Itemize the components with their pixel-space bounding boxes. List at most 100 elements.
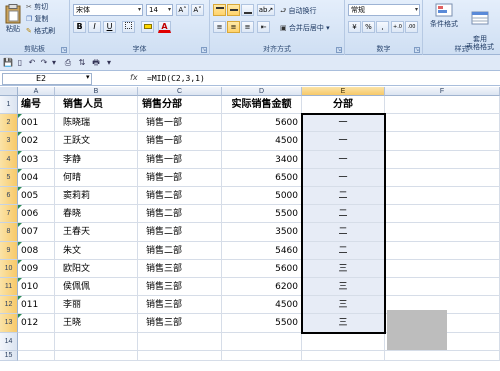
header-cell[interactable]: 分部 xyxy=(302,96,385,115)
data-cell[interactable]: 4500 xyxy=(222,296,302,315)
number-launcher-icon[interactable]: ↘ xyxy=(414,47,420,53)
empty-cell[interactable] xyxy=(385,278,500,297)
header-cell[interactable]: 实际销售金额 xyxy=(222,96,302,115)
undo-icon[interactable]: ↶ xyxy=(27,58,37,68)
italic-button[interactable]: I xyxy=(88,21,101,33)
data-cell[interactable]: 5000 xyxy=(222,187,302,206)
row-header-5[interactable]: 5 xyxy=(0,168,18,187)
data-cell[interactable]: 010 xyxy=(18,278,55,297)
data-cell[interactable]: 销售三部 xyxy=(138,259,222,278)
empty-cell[interactable] xyxy=(385,187,500,206)
bold-button[interactable]: B xyxy=(73,21,86,33)
empty-cell[interactable] xyxy=(138,350,222,361)
align-left-button[interactable]: ≡ xyxy=(213,21,226,33)
formula-input[interactable]: =MID(C2,3,1) xyxy=(147,73,205,85)
data-cell[interactable]: 三 xyxy=(302,259,385,278)
header-cell[interactable]: 销售人员 xyxy=(55,96,138,115)
empty-cell[interactable] xyxy=(385,96,500,115)
empty-cell[interactable] xyxy=(385,259,500,278)
empty-cell[interactable] xyxy=(18,350,55,361)
data-cell[interactable]: 一 xyxy=(302,150,385,169)
data-cell[interactable]: 一 xyxy=(302,132,385,151)
select-all-corner[interactable] xyxy=(0,87,18,96)
column-header-a[interactable]: A xyxy=(18,87,55,96)
chevron-down-icon[interactable]: ▾ xyxy=(49,58,59,68)
paste-button[interactable]: 粘贴 xyxy=(3,4,23,44)
row-header-10[interactable]: 10 xyxy=(0,259,18,278)
data-cell[interactable]: 一 xyxy=(302,114,385,133)
data-cell[interactable]: 3400 xyxy=(222,150,302,169)
align-right-button[interactable]: ≡ xyxy=(241,21,254,33)
empty-cell[interactable] xyxy=(385,168,500,187)
decrease-decimal-button[interactable]: .00 xyxy=(405,21,418,33)
print-icon[interactable]: 🖶 xyxy=(91,58,101,68)
data-cell[interactable]: 二 xyxy=(302,187,385,206)
data-cell[interactable]: 陈晓瑞 xyxy=(55,114,138,133)
column-header-d[interactable]: D xyxy=(222,87,302,96)
percent-button[interactable]: % xyxy=(362,21,375,33)
format-painter-button[interactable]: ✎ 格式刷 xyxy=(26,26,55,36)
data-cell[interactable]: 销售三部 xyxy=(138,314,222,333)
data-cell[interactable]: 008 xyxy=(18,241,55,260)
data-cell[interactable]: 三 xyxy=(302,278,385,297)
data-cell[interactable]: 5460 xyxy=(222,241,302,260)
function-wizard-icon[interactable]: fx xyxy=(130,73,138,82)
data-cell[interactable]: 6200 xyxy=(222,278,302,297)
data-cell[interactable]: 三 xyxy=(302,296,385,315)
data-cell[interactable]: 销售二部 xyxy=(138,187,222,206)
comma-button[interactable]: , xyxy=(376,21,389,33)
row-header-11[interactable]: 11 xyxy=(0,278,18,297)
fill-color-button[interactable] xyxy=(141,21,154,33)
align-bottom-button[interactable] xyxy=(241,4,254,16)
empty-cell[interactable] xyxy=(18,332,55,351)
align-middle-button[interactable] xyxy=(227,4,240,16)
row-header-15[interactable]: 15 xyxy=(0,350,18,361)
data-cell[interactable]: 009 xyxy=(18,259,55,278)
merge-center-button[interactable]: ▣ 合并后居中 ▾ xyxy=(280,23,330,33)
data-cell[interactable]: 二 xyxy=(302,241,385,260)
row-header-3[interactable]: 3 xyxy=(0,132,18,151)
print-preview-icon[interactable]: ⎙ xyxy=(63,58,73,68)
header-cell[interactable]: 编号 xyxy=(18,96,55,115)
border-button[interactable] xyxy=(122,21,135,33)
data-cell[interactable]: 侯佩佩 xyxy=(55,278,138,297)
row-header-1[interactable]: 1 xyxy=(0,96,18,115)
data-cell[interactable]: 001 xyxy=(18,114,55,133)
empty-cell[interactable] xyxy=(385,241,500,260)
data-cell[interactable]: 三 xyxy=(302,314,385,333)
empty-cell[interactable] xyxy=(385,205,500,224)
data-cell[interactable]: 王跃文 xyxy=(55,132,138,151)
data-cell[interactable]: 006 xyxy=(18,205,55,224)
empty-cell[interactable] xyxy=(385,150,500,169)
font-size-select[interactable]: 14 ▾ xyxy=(146,4,173,16)
data-cell[interactable]: 李丽 xyxy=(55,296,138,315)
row-header-14[interactable]: 14 xyxy=(0,332,18,351)
row-header-6[interactable]: 6 xyxy=(0,187,18,206)
data-cell[interactable]: 3500 xyxy=(222,223,302,242)
empty-cell[interactable] xyxy=(385,132,500,151)
empty-cell[interactable] xyxy=(222,350,302,361)
data-cell[interactable]: 004 xyxy=(18,168,55,187)
empty-cell[interactable] xyxy=(385,350,500,361)
copy-button[interactable]: ❐ 复制 xyxy=(26,14,49,24)
empty-cell[interactable] xyxy=(385,223,500,242)
data-cell[interactable]: 销售一部 xyxy=(138,150,222,169)
row-header-12[interactable]: 12 xyxy=(0,296,18,315)
shrink-font-button[interactable]: A˅ xyxy=(191,4,204,16)
underline-button[interactable]: U xyxy=(103,21,116,33)
data-cell[interactable]: 销售一部 xyxy=(138,168,222,187)
data-cell[interactable]: 何晴 xyxy=(55,168,138,187)
font-color-button[interactable]: A xyxy=(158,21,171,33)
data-cell[interactable]: 5500 xyxy=(222,205,302,224)
increase-decimal-button[interactable]: +.0 xyxy=(391,21,404,33)
data-cell[interactable]: 窦莉莉 xyxy=(55,187,138,206)
new-document-icon[interactable]: ▯ xyxy=(15,58,25,68)
data-cell[interactable]: 销售二部 xyxy=(138,241,222,260)
row-header-4[interactable]: 4 xyxy=(0,150,18,169)
row-header-8[interactable]: 8 xyxy=(0,223,18,242)
data-cell[interactable]: 销售一部 xyxy=(138,114,222,133)
data-cell[interactable]: 二 xyxy=(302,205,385,224)
data-cell[interactable]: 春晓 xyxy=(55,205,138,224)
empty-cell[interactable] xyxy=(55,350,138,361)
column-header-f[interactable]: F xyxy=(385,87,500,96)
